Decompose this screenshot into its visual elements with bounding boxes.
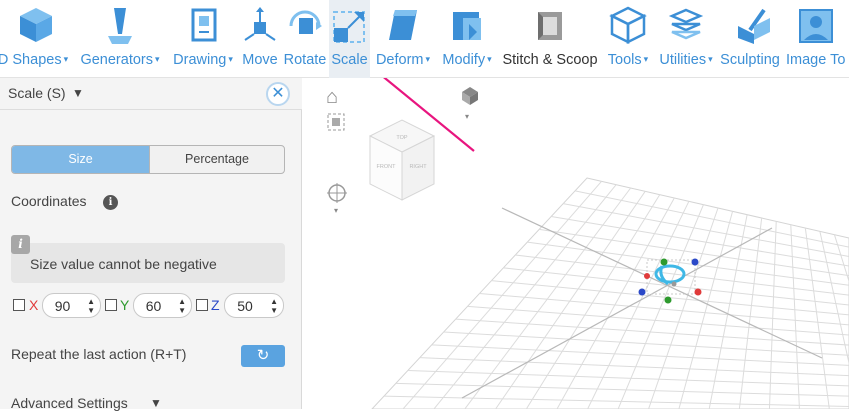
repeat-action-button[interactable]: ↻ [241, 345, 285, 367]
sculpting-icon [730, 4, 770, 46]
drawing-icon [183, 4, 223, 46]
cube-face-right: RIGHT [409, 164, 427, 170]
chevron-down-icon[interactable]: ▾ [465, 112, 469, 121]
chevron-down-icon: ▾ [64, 54, 69, 64]
chevron-down-icon: ▾ [155, 54, 160, 64]
fit-view-icon[interactable] [326, 112, 346, 132]
tab-percentage[interactable]: Percentage [149, 146, 284, 173]
toolbar-scale[interactable]: Scale [329, 0, 370, 78]
toolbar-stitch-scoop[interactable]: Stitch & Scoop [498, 0, 602, 78]
ground-grid [372, 178, 849, 409]
toolbar-label: Deform [376, 52, 424, 68]
utilities-icon [666, 4, 706, 46]
toolbar-move[interactable]: Move [239, 0, 281, 78]
view-cube[interactable]: TOP FRONT RIGHT [370, 120, 434, 200]
chevron-down-icon: ▾ [644, 54, 649, 64]
axis-z-checkbox[interactable] [196, 299, 208, 311]
axis-y-value[interactable]: 60 [134, 298, 173, 314]
stepper-arrows-icon[interactable]: ▲▼ [270, 297, 278, 315]
coordinates-label: Coordinates [11, 193, 87, 209]
modify-icon [447, 4, 487, 46]
move-icon [240, 4, 280, 46]
deform-icon [383, 4, 423, 46]
chevron-down-icon: ▾ [426, 54, 431, 64]
info-icon[interactable]: i [103, 195, 118, 210]
advanced-settings-toggle-icon[interactable]: ▼ [150, 396, 162, 410]
chevron-down-icon: ▾ [228, 54, 233, 64]
refresh-icon: ↻ [257, 347, 270, 364]
axis-x-stepper[interactable]: 90 ▲▼ [42, 293, 101, 318]
image-to-icon [796, 4, 836, 46]
chevron-down-icon: ▾ [487, 54, 492, 64]
axis-z-stepper[interactable]: 50 ▲▼ [224, 293, 284, 318]
size-mode-toggle: Size Percentage [11, 145, 285, 174]
axis-z-row: Z 50 ▲▼ [196, 293, 286, 319]
axis-z-label: Z [211, 297, 220, 313]
axis-z-value[interactable]: 50 [225, 298, 265, 314]
cube-face-top: TOP [396, 135, 408, 141]
axis-y-stepper[interactable]: 60 ▲▼ [133, 293, 192, 318]
toolbar-modify[interactable]: Modify▾ [436, 0, 498, 78]
toolbar-label: Move [239, 52, 281, 68]
chevron-down-icon[interactable]: ▾ [334, 206, 338, 215]
main-toolbar: D Shapes▾ Generators▾ Drawing▾ Move [0, 0, 849, 78]
axis-x-value[interactable]: 90 [43, 298, 82, 314]
toolbar-generators[interactable]: Generators▾ [76, 0, 164, 78]
close-panel-button[interactable]: ✕ [266, 82, 290, 106]
toolbar-label: D Shapes [0, 52, 62, 68]
toolbar-3d-shapes[interactable]: D Shapes▾ [0, 0, 72, 78]
validation-note: Size value cannot be negative [11, 243, 285, 283]
toolbar-tools[interactable]: Tools▾ [602, 0, 654, 78]
tab-size[interactable]: Size [12, 146, 149, 173]
toolbar-sculpting[interactable]: Sculpting [718, 0, 782, 78]
view-cube-toggle-icon[interactable] [458, 84, 482, 108]
axis-x-checkbox[interactable] [13, 299, 25, 311]
toolbar-label: Modify [442, 52, 485, 68]
scale-icon [330, 4, 370, 46]
generator-icon [100, 4, 140, 46]
toolbar-label: Generators [80, 52, 153, 68]
axis-x-label: X [29, 297, 38, 313]
rotate-icon [285, 4, 325, 46]
panel-title: Scale (S) [8, 85, 66, 101]
axis-x-row: X 90 ▲▼ [13, 293, 103, 319]
tools-icon [608, 4, 648, 46]
axis-y-row: Y 60 ▲▼ [105, 293, 195, 319]
panel-header: Scale (S) ▼ ✕ [0, 78, 302, 110]
axis-y-label: Y [120, 297, 129, 313]
chevron-down-icon: ▾ [708, 54, 713, 64]
stepper-arrows-icon[interactable]: ▲▼ [178, 297, 186, 315]
toolbar-label: Utilities [659, 52, 706, 68]
toolbar-image-to[interactable]: Image To [782, 0, 849, 78]
3d-viewport[interactable]: TOP FRONT RIGHT ⌂ ▾ [302, 78, 849, 409]
stitch-scoop-icon [530, 4, 570, 46]
cube-face-front: FRONT [377, 164, 397, 170]
home-icon[interactable]: ⌂ [326, 86, 338, 109]
toolbar-utilities[interactable]: Utilities▾ [654, 0, 718, 78]
stepper-arrows-icon[interactable]: ▲▼ [87, 297, 95, 315]
cube-icon [16, 4, 56, 46]
toolbar-rotate[interactable]: Rotate [281, 0, 329, 78]
panel-dropdown-icon[interactable]: ▼ [72, 86, 84, 100]
toolbar-label: Rotate [281, 52, 329, 68]
toolbar-label: Sculpting [718, 52, 782, 68]
scene-canvas[interactable]: TOP FRONT RIGHT [302, 78, 849, 409]
toolbar-label: Image To [786, 52, 845, 68]
toolbar-label: Scale [329, 52, 370, 68]
toolbar-label: Drawing [173, 52, 226, 68]
note-text: Size value cannot be negative [30, 256, 217, 272]
toolbar-label: Tools [608, 52, 642, 68]
toolbar-drawing[interactable]: Drawing▾ [167, 0, 239, 78]
axis-y-checkbox[interactable] [105, 299, 117, 311]
scale-panel: Scale (S) ▼ ✕ Size Percentage Coordinate… [0, 78, 302, 409]
toolbar-label: Stitch & Scoop [498, 52, 602, 68]
note-info-icon: i [11, 235, 30, 254]
toolbar-deform[interactable]: Deform▾ [370, 0, 436, 78]
orbit-icon[interactable] [326, 182, 348, 204]
repeat-action-label: Repeat the last action (R+T) [11, 346, 186, 362]
